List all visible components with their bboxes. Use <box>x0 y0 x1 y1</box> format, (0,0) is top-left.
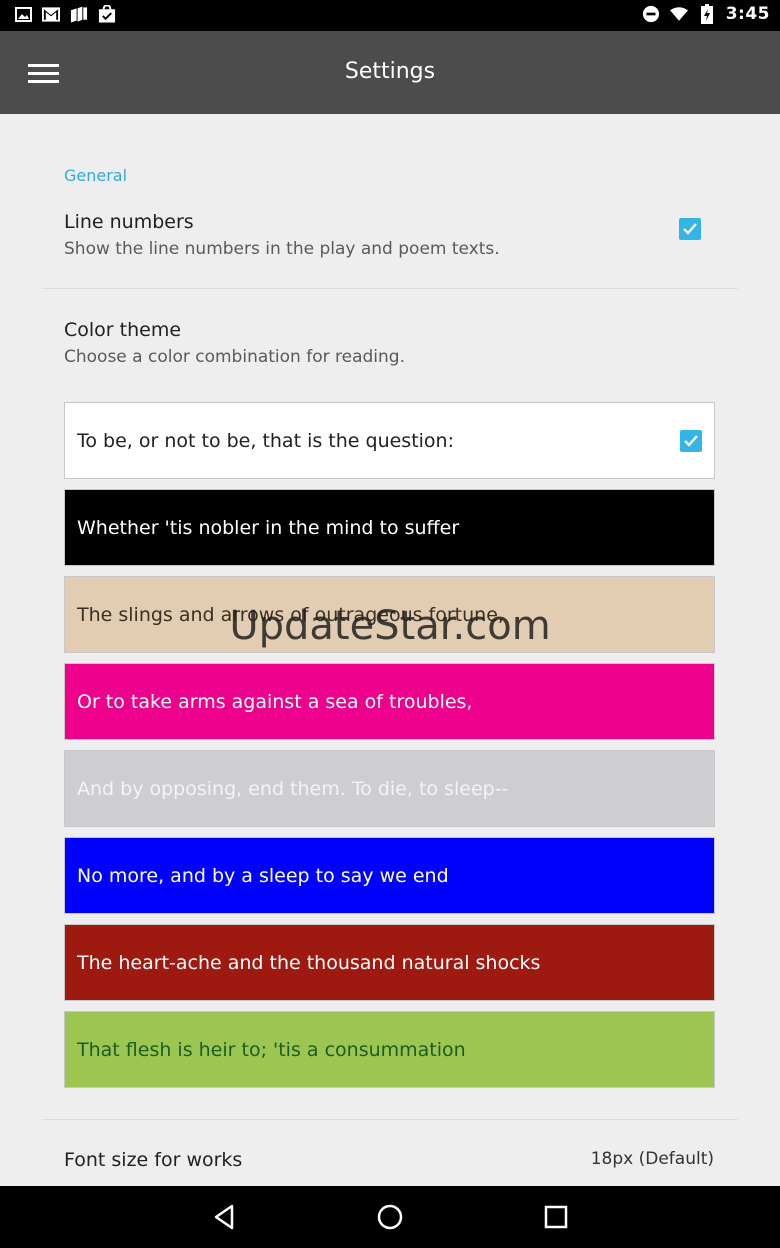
image-icon <box>14 5 32 23</box>
color-theme-sample-text: The heart-ache and the thousand natural … <box>77 951 541 974</box>
font-size-value: 18px (Default) <box>590 1149 714 1169</box>
books-icon <box>70 5 88 23</box>
divider <box>42 288 738 289</box>
app-bar: Settings <box>0 31 780 114</box>
color-theme-sample-text: The slings and arrows of outrageous fort… <box>77 603 504 626</box>
color-theme-sample-text: Whether 'tis nobler in the mind to suffe… <box>77 516 460 539</box>
divider <box>42 1119 738 1120</box>
color-theme-option[interactable]: That flesh is heir to; 'tis a consummati… <box>64 1011 715 1088</box>
color-theme-title: Color theme <box>64 319 182 341</box>
selected-checkbox[interactable] <box>680 430 702 452</box>
color-theme-option[interactable]: And by opposing, end them. To die, to sl… <box>64 750 715 827</box>
checkmark-icon <box>683 223 697 235</box>
battery-icon <box>698 4 716 24</box>
color-theme-sample-text: Or to take arms against a sea of trouble… <box>77 690 473 713</box>
color-theme-option[interactable]: To be, or not to be, that is the questio… <box>64 402 715 479</box>
clock: 3:45 <box>725 4 770 24</box>
status-bar: 3:45 <box>0 0 780 31</box>
color-theme-option[interactable]: The heart-ache and the thousand natural … <box>64 924 715 1001</box>
line-numbers-title: Line numbers <box>64 211 194 233</box>
color-theme-sample-text: To be, or not to be, that is the questio… <box>77 429 454 452</box>
do-not-disturb-icon <box>642 5 660 23</box>
gmail-icon <box>42 5 60 23</box>
back-icon[interactable] <box>206 1199 242 1235</box>
color-theme-options: To be, or not to be, that is the questio… <box>64 402 715 1098</box>
color-theme-option[interactable]: The slings and arrows of outrageous fort… <box>64 576 715 653</box>
line-numbers-summary: Show the line numbers in the play and po… <box>64 239 500 259</box>
checkmark-icon <box>684 435 698 447</box>
color-theme-sample-text: And by opposing, end them. To die, to sl… <box>77 777 509 800</box>
page-title: Settings <box>344 59 436 84</box>
recents-icon[interactable] <box>538 1199 574 1235</box>
color-theme-option[interactable]: No more, and by a sleep to say we end <box>64 837 715 914</box>
color-theme-summary: Choose a color combination for reading. <box>64 347 405 367</box>
line-numbers-checkbox[interactable] <box>679 218 701 240</box>
section-header-general: General <box>64 166 128 185</box>
settings-list[interactable]: General Line numbers Show the line numbe… <box>0 114 780 1186</box>
color-theme-option[interactable]: Whether 'tis nobler in the mind to suffe… <box>64 489 715 566</box>
color-theme-sample-text: That flesh is heir to; 'tis a consummati… <box>77 1038 466 1061</box>
color-theme-option[interactable]: Or to take arms against a sea of trouble… <box>64 663 715 740</box>
font-size-title: Font size for works <box>64 1149 243 1171</box>
home-icon[interactable] <box>372 1199 408 1235</box>
store-icon <box>98 5 116 23</box>
wifi-icon <box>669 5 688 23</box>
navigation-bar <box>0 1186 780 1248</box>
color-theme-sample-text: No more, and by a sleep to say we end <box>77 864 449 887</box>
